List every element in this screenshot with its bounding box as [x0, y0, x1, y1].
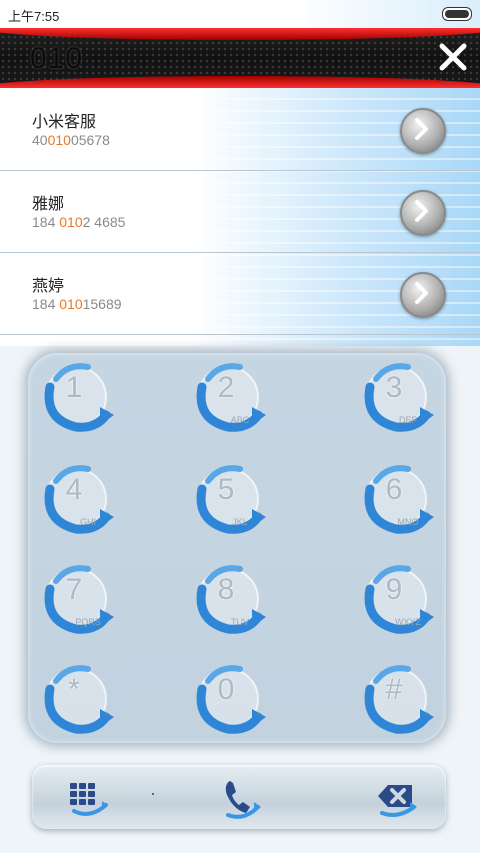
key-6[interactable]: 6 MNO — [356, 459, 440, 543]
key-letters: ABC — [230, 415, 250, 425]
call-button[interactable] — [216, 775, 264, 823]
key-digit: 9 — [385, 573, 403, 606]
chevron-right-icon — [415, 118, 428, 140]
key-digit: 1 — [65, 371, 83, 404]
number-suffix: 2 4685 — [82, 214, 126, 230]
contact-name: 燕婷 — [32, 278, 65, 295]
chevron-right-icon — [415, 200, 428, 222]
delete-button[interactable] — [372, 775, 420, 823]
key-5[interactable]: 5 JKL — [188, 459, 272, 543]
chevron-right-icon — [415, 282, 428, 304]
separator-dot — [152, 793, 154, 795]
key-digit: * — [68, 673, 80, 706]
status-time: 上午7:55 — [8, 9, 60, 24]
key-9[interactable]: 9 WXYZ — [356, 559, 440, 643]
contact-results-list: 小米客服 4001005678 雅娜 184 0102 4685 燕婷 184 … — [0, 88, 480, 346]
result-row[interactable]: 燕婷 184 01015689 — [0, 252, 480, 335]
contact-number: 184 01015689 — [32, 296, 122, 312]
phone-call-icon — [225, 781, 261, 819]
number-prefix: 40 — [32, 132, 48, 148]
number-suffix: 05678 — [70, 132, 110, 148]
contact-detail-button[interactable] — [400, 190, 446, 236]
number-match: 010 — [59, 214, 83, 230]
key-digit: 7 — [65, 573, 83, 606]
contact-detail-button[interactable] — [400, 272, 446, 318]
contact-number: 184 0102 4685 — [32, 214, 125, 230]
key-8[interactable]: 8 TUV — [188, 559, 272, 643]
dialer-header: 010 — [0, 28, 480, 88]
key-letters: MNO — [397, 517, 419, 527]
key-digit: 3 — [385, 371, 403, 404]
contact-number: 4001005678 — [32, 132, 110, 148]
key-digit: 5 — [217, 473, 235, 506]
contact-name: 小米客服 — [32, 114, 97, 131]
key-2[interactable]: 2 ABC — [188, 357, 272, 441]
number-suffix: 15689 — [82, 296, 122, 312]
key-1[interactable]: 1 — [36, 357, 120, 441]
result-row[interactable]: 雅娜 184 0102 4685 — [0, 170, 480, 253]
bottom-action-bar — [32, 765, 446, 829]
result-row[interactable]: 小米客服 4001005678 — [0, 88, 480, 171]
key-letters: TUV — [231, 617, 249, 627]
dial-keypad: 1 2 ABC 3 DEF 4 GHI 5 JKL 6 MNO 7 PQRS 8 TUV 9 WXYZ * 0 # — [28, 353, 446, 743]
battery-icon — [442, 7, 472, 21]
key-digit: 8 — [217, 573, 235, 606]
status-bar: 上午7:55 — [0, 0, 480, 28]
contact-detail-button[interactable] — [400, 108, 446, 154]
number-prefix: 184 — [32, 214, 60, 230]
key-digit: # — [385, 673, 403, 706]
key-letters: WXYZ — [395, 617, 421, 627]
delete-backspace-icon — [378, 785, 417, 817]
contact-name: 雅娜 — [32, 196, 65, 213]
keypad-toggle-button[interactable] — [64, 775, 112, 823]
key-letters: PQRS — [75, 617, 101, 627]
dialpad-icon — [70, 783, 108, 816]
key-hash[interactable]: # — [356, 659, 440, 743]
key-digit: 6 — [385, 473, 403, 506]
key-star[interactable]: * — [36, 659, 120, 743]
key-digit: 2 — [217, 371, 235, 404]
number-match: 010 — [47, 132, 71, 148]
close-icon — [439, 43, 467, 71]
key-0[interactable]: 0 — [188, 659, 272, 743]
close-button[interactable] — [436, 40, 470, 74]
dialed-number-display[interactable]: 010 — [30, 42, 83, 76]
key-3[interactable]: 3 DEF — [356, 357, 440, 441]
key-letters: GHI — [79, 517, 96, 527]
key-4[interactable]: 4 GHI — [36, 459, 120, 543]
key-digit: 4 — [65, 473, 83, 506]
number-prefix: 184 — [32, 296, 60, 312]
key-letters: DEF — [399, 415, 417, 425]
key-letters: JKL — [232, 517, 248, 527]
key-7[interactable]: 7 PQRS — [36, 559, 120, 643]
key-digit: 0 — [217, 673, 235, 706]
number-match: 010 — [59, 296, 83, 312]
